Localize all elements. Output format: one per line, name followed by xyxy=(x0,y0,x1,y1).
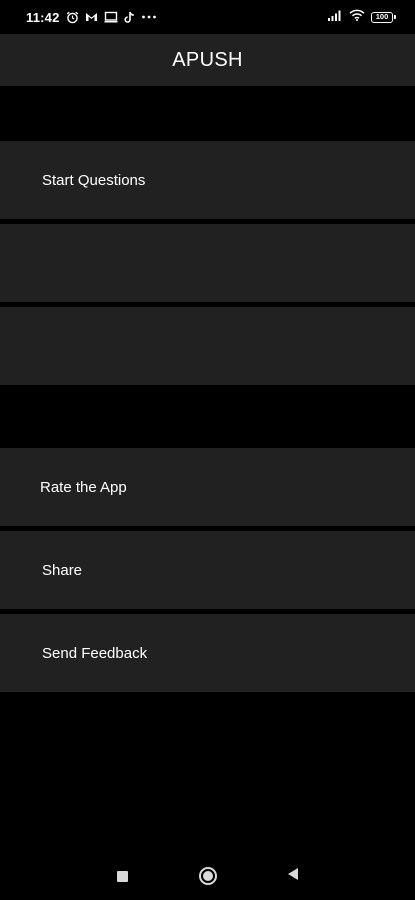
recent-apps-icon xyxy=(116,870,128,882)
start-questions-label: Start Questions xyxy=(42,171,146,189)
mail-app-icon xyxy=(85,11,98,23)
battery-icon: 100 xyxy=(371,11,396,23)
tiktok-icon xyxy=(124,11,135,24)
start-questions-button[interactable]: Start Questions xyxy=(0,141,415,219)
signal-icon xyxy=(327,8,343,26)
status-time: 11:42 xyxy=(26,10,60,25)
home-button[interactable] xyxy=(196,864,220,888)
status-bar: 11:42 100 xyxy=(0,0,415,34)
send-feedback-button[interactable]: Send Feedback xyxy=(0,614,415,692)
blank-menu-row[interactable] xyxy=(0,224,415,302)
screen-icon xyxy=(104,11,118,23)
app-bar: APUSH xyxy=(0,34,415,86)
share-label: Share xyxy=(42,561,83,579)
navigation-bar xyxy=(0,852,415,900)
share-button[interactable]: Share xyxy=(0,531,415,609)
status-left-icons xyxy=(66,8,157,26)
back-icon xyxy=(287,867,299,886)
more-icon xyxy=(141,14,157,20)
back-button[interactable] xyxy=(281,864,305,888)
battery-level: 100 xyxy=(375,12,389,22)
alarm-icon xyxy=(66,11,79,24)
rate-app-button[interactable]: Rate the App xyxy=(0,448,415,526)
wifi-icon xyxy=(349,8,365,26)
blank-menu-row[interactable] xyxy=(0,307,415,385)
send-feedback-label: Send Feedback xyxy=(42,644,148,662)
home-icon xyxy=(199,867,217,885)
page-title: APUSH xyxy=(172,48,243,71)
recent-apps-button[interactable] xyxy=(110,864,134,888)
rate-app-label: Rate the App xyxy=(40,478,127,496)
status-right-icons: 100 xyxy=(327,8,396,26)
